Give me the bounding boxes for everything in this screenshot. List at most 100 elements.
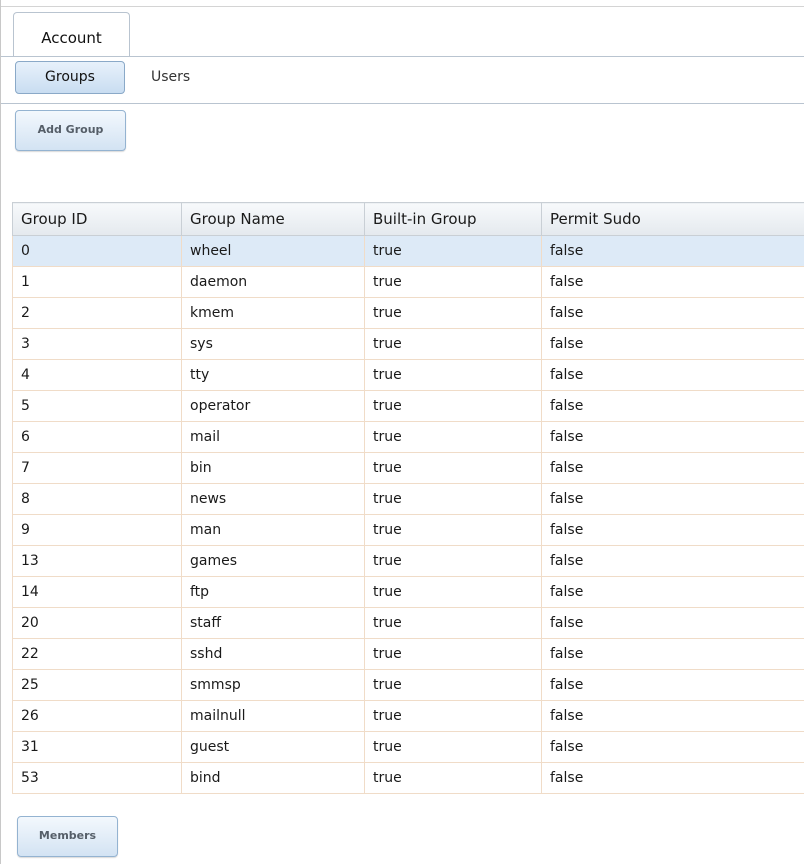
cell-group-id: 25: [12, 669, 182, 701]
cell-built-in: true: [364, 576, 542, 608]
table-row[interactable]: 3 sys true false: [12, 328, 804, 360]
cell-built-in: true: [364, 421, 542, 453]
table-row[interactable]: 31 guest true false: [12, 731, 804, 763]
cell-group-name: staff: [181, 607, 365, 639]
cell-group-id: 22: [12, 638, 182, 670]
cell-permit-sudo: false: [541, 328, 804, 360]
cell-group-id: 2: [12, 297, 182, 329]
subtab-divider: [1, 103, 804, 104]
table-row[interactable]: 5 operator true false: [12, 390, 804, 422]
cell-built-in: true: [364, 607, 542, 639]
cell-permit-sudo: false: [541, 576, 804, 608]
cell-group-id: 4: [12, 359, 182, 391]
groups-table: Group ID Group Name Built-in Group Permi…: [12, 202, 804, 794]
table-row[interactable]: 6 mail true false: [12, 421, 804, 453]
cell-built-in: true: [364, 762, 542, 794]
cell-group-id: 20: [12, 607, 182, 639]
members-button[interactable]: Members: [17, 816, 118, 857]
table-row[interactable]: 7 bin true false: [12, 452, 804, 484]
column-header-group-id[interactable]: Group ID: [12, 202, 182, 236]
cell-permit-sudo: false: [541, 235, 804, 267]
column-header-built-in-group[interactable]: Built-in Group: [364, 202, 542, 236]
table-header-row: Group ID Group Name Built-in Group Permi…: [12, 202, 804, 236]
table-row[interactable]: 26 mailnull true false: [12, 700, 804, 732]
table-row[interactable]: 9 man true false: [12, 514, 804, 546]
cell-built-in: true: [364, 297, 542, 329]
cell-group-name: man: [181, 514, 365, 546]
cell-permit-sudo: false: [541, 390, 804, 422]
cell-permit-sudo: false: [541, 421, 804, 453]
cell-built-in: true: [364, 700, 542, 732]
cell-group-id: 31: [12, 731, 182, 763]
cell-group-name: tty: [181, 359, 365, 391]
cell-group-name: news: [181, 483, 365, 515]
cell-built-in: true: [364, 545, 542, 577]
tab-account[interactable]: Account: [13, 12, 130, 57]
cell-group-id: 9: [12, 514, 182, 546]
cell-group-name: bind: [181, 762, 365, 794]
table-row[interactable]: 2 kmem true false: [12, 297, 804, 329]
subtab-groups[interactable]: Groups: [15, 61, 125, 94]
cell-group-id: 5: [12, 390, 182, 422]
cell-group-name: wheel: [181, 235, 365, 267]
cell-group-id: 13: [12, 545, 182, 577]
cell-group-name: bin: [181, 452, 365, 484]
cell-group-id: 26: [12, 700, 182, 732]
cell-group-name: operator: [181, 390, 365, 422]
cell-built-in: true: [364, 328, 542, 360]
cell-group-name: mail: [181, 421, 365, 453]
table-row[interactable]: 22 sshd true false: [12, 638, 804, 670]
cell-group-name: smmsp: [181, 669, 365, 701]
cell-built-in: true: [364, 669, 542, 701]
cell-group-name: daemon: [181, 266, 365, 298]
column-header-permit-sudo[interactable]: Permit Sudo: [541, 202, 804, 236]
table-row[interactable]: 13 games true false: [12, 545, 804, 577]
cell-group-id: 7: [12, 452, 182, 484]
cell-built-in: true: [364, 452, 542, 484]
table-row[interactable]: 53 bind true false: [12, 762, 804, 794]
table-row[interactable]: 4 tty true false: [12, 359, 804, 391]
cell-built-in: true: [364, 359, 542, 391]
cell-group-name: sshd: [181, 638, 365, 670]
cell-permit-sudo: false: [541, 607, 804, 639]
cell-built-in: true: [364, 638, 542, 670]
add-group-button[interactable]: Add Group: [15, 110, 126, 151]
cell-permit-sudo: false: [541, 762, 804, 794]
cell-built-in: true: [364, 390, 542, 422]
cell-group-id: 1: [12, 266, 182, 298]
cell-permit-sudo: false: [541, 638, 804, 670]
cell-permit-sudo: false: [541, 700, 804, 732]
cell-built-in: true: [364, 235, 542, 267]
table-row[interactable]: 8 news true false: [12, 483, 804, 515]
cell-group-id: 8: [12, 483, 182, 515]
app-frame: Account Groups Users Add Group Group ID …: [0, 0, 804, 864]
table-row[interactable]: 25 smmsp true false: [12, 669, 804, 701]
top-divider: [1, 6, 804, 7]
cell-group-id: 0: [12, 235, 182, 267]
cell-group-name: mailnull: [181, 700, 365, 732]
table-row[interactable]: 0 wheel true false: [12, 235, 804, 267]
cell-group-id: 6: [12, 421, 182, 453]
cell-permit-sudo: false: [541, 545, 804, 577]
cell-permit-sudo: false: [541, 297, 804, 329]
table-body: 0 wheel true false 1 daemon true false 2 kmem true…: [12, 235, 804, 794]
cell-built-in: true: [364, 731, 542, 763]
cell-group-id: 3: [12, 328, 182, 360]
cell-permit-sudo: false: [541, 359, 804, 391]
cell-group-name: games: [181, 545, 365, 577]
table-row[interactable]: 14 ftp true false: [12, 576, 804, 608]
cell-permit-sudo: false: [541, 514, 804, 546]
cell-permit-sudo: false: [541, 669, 804, 701]
cell-permit-sudo: false: [541, 483, 804, 515]
cell-permit-sudo: false: [541, 266, 804, 298]
subtab-users[interactable]: Users: [151, 61, 190, 94]
column-header-group-name[interactable]: Group Name: [181, 202, 365, 236]
cell-group-name: kmem: [181, 297, 365, 329]
cell-built-in: true: [364, 266, 542, 298]
table-row[interactable]: 1 daemon true false: [12, 266, 804, 298]
cell-group-name: sys: [181, 328, 365, 360]
cell-permit-sudo: false: [541, 731, 804, 763]
cell-group-name: ftp: [181, 576, 365, 608]
table-row[interactable]: 20 staff true false: [12, 607, 804, 639]
cell-permit-sudo: false: [541, 452, 804, 484]
